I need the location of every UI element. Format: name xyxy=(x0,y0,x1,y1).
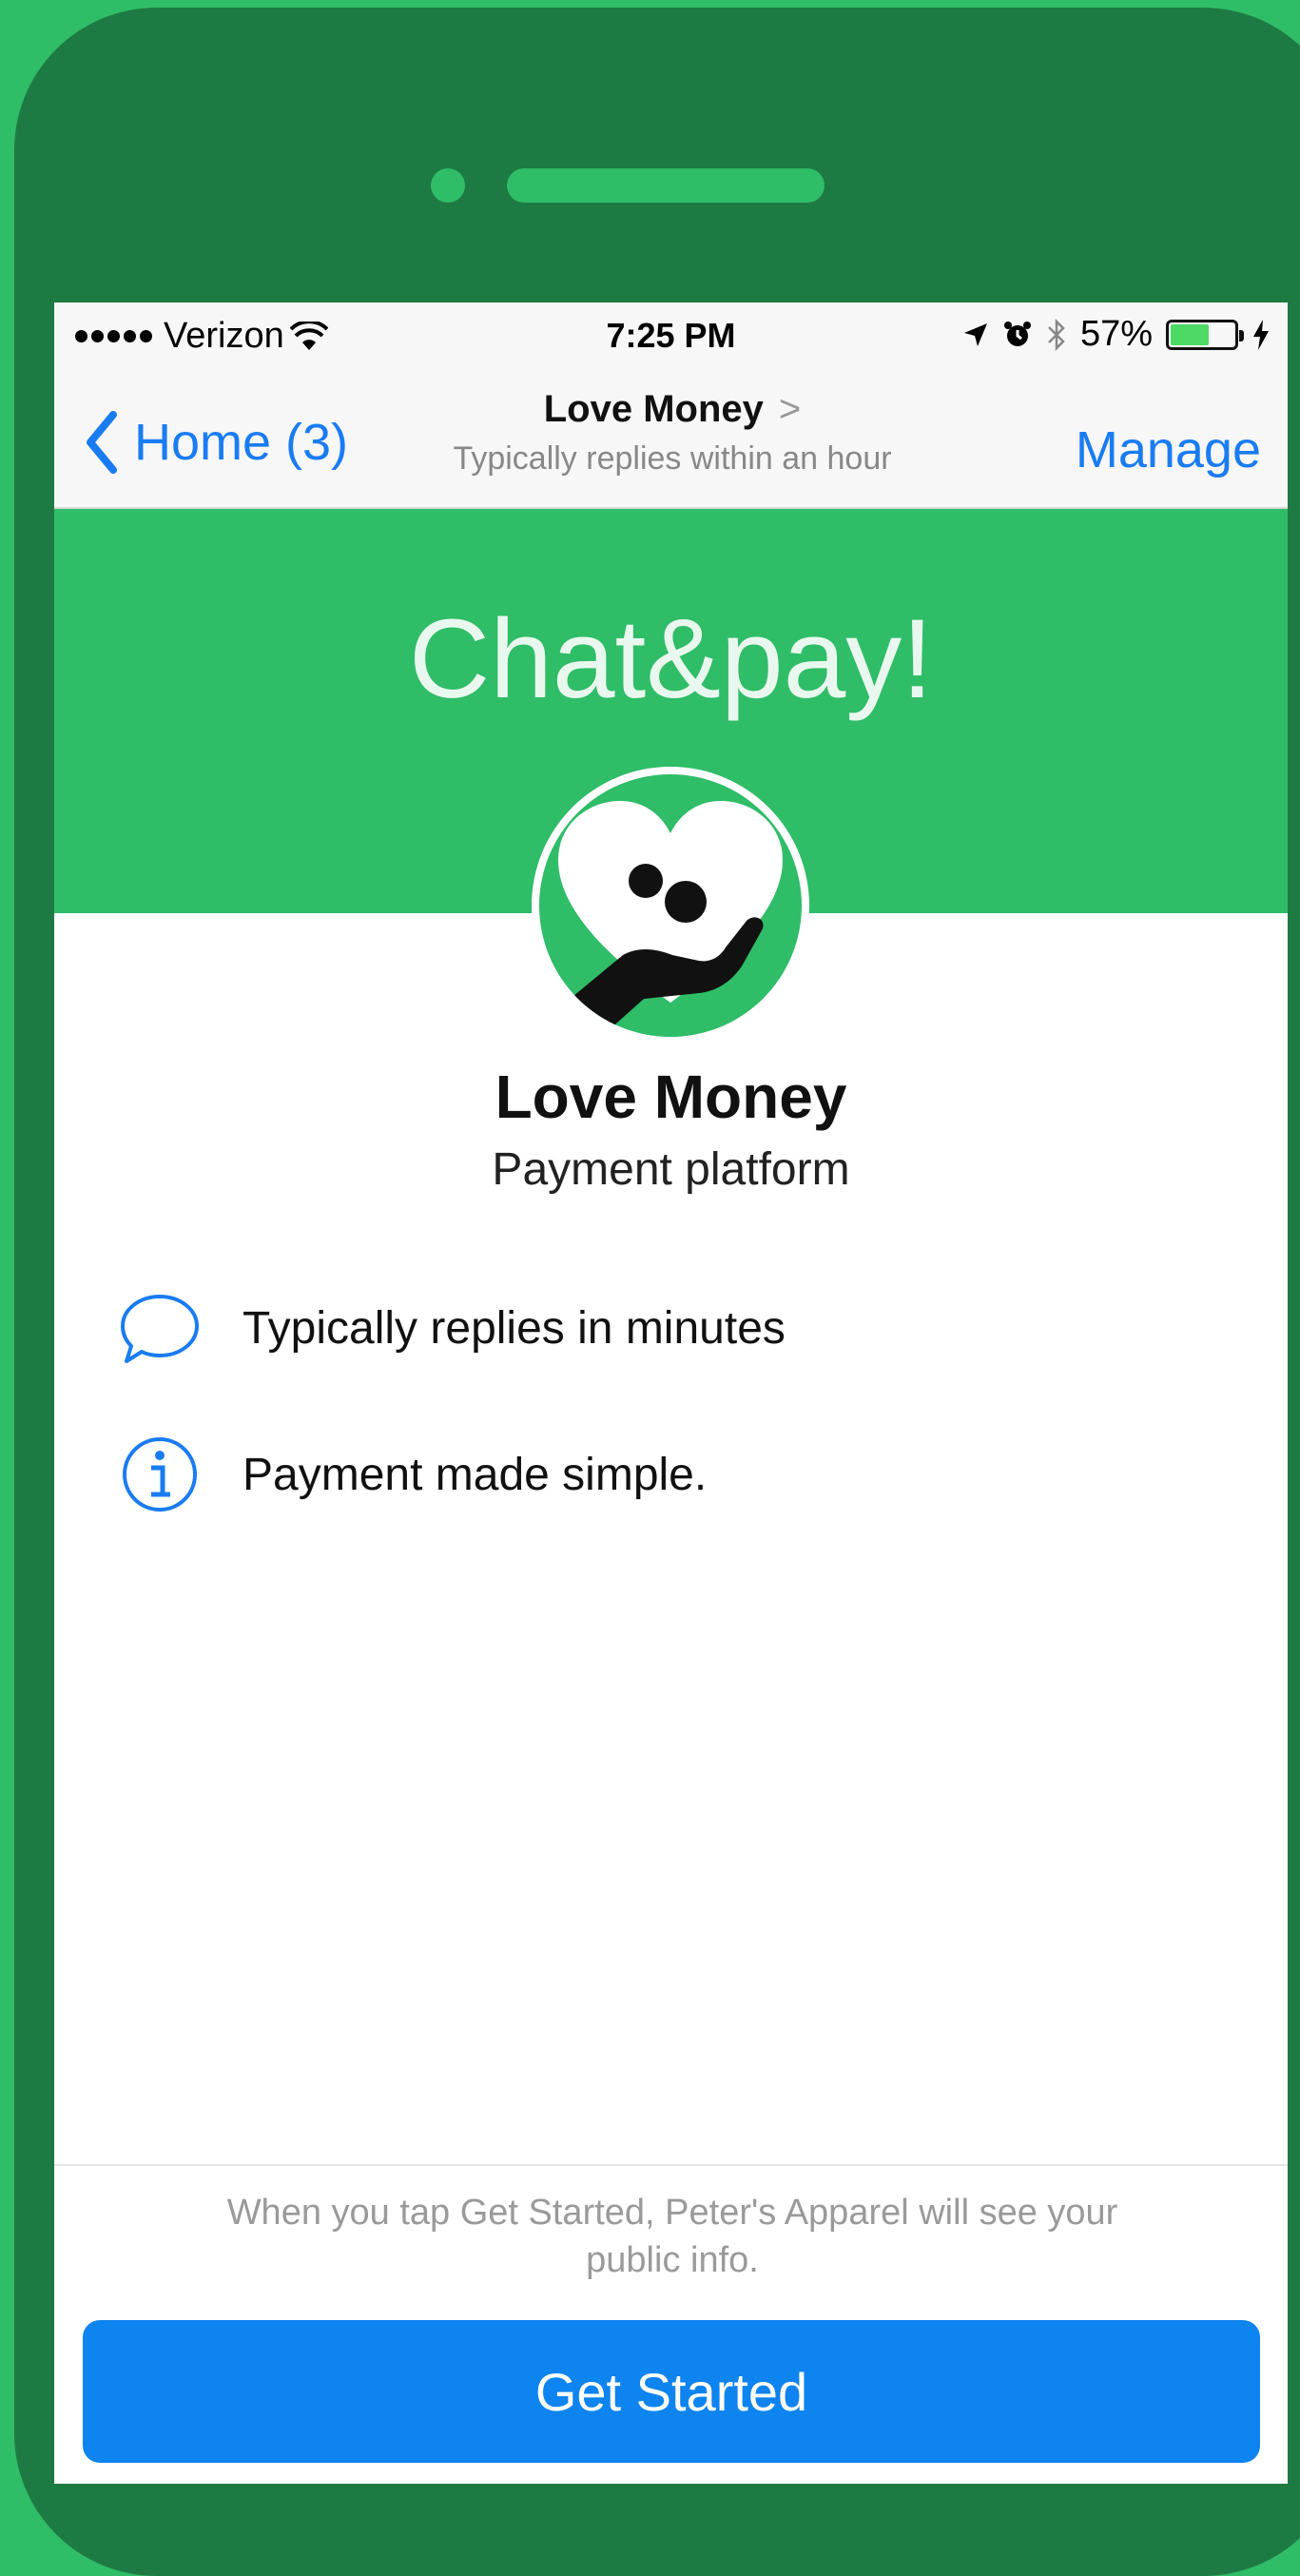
info-icon xyxy=(123,1437,197,1512)
info-row-text: Typically replies in minutes xyxy=(243,1302,786,1354)
privacy-disclaimer: When you tap Get Started, Peter's Appare… xyxy=(226,2193,1118,2280)
back-button[interactable]: Home (3) xyxy=(83,409,348,476)
speaker-grille xyxy=(507,168,825,203)
info-row-about: Payment made simple. xyxy=(117,1432,707,1517)
nav-title-row: Love Money > xyxy=(387,388,958,431)
alarm-icon xyxy=(1003,321,1031,346)
logo-background xyxy=(539,774,802,1037)
nav-title-button[interactable]: Love Money > Typically replies within an … xyxy=(387,388,958,478)
speech-bubble-icon xyxy=(121,1295,199,1363)
status-bar: Verizon 7:25 PM 57% xyxy=(54,302,1288,371)
get-started-button[interactable]: Get Started xyxy=(83,2320,1260,2463)
battery-percent: 57% xyxy=(1079,314,1153,354)
info-row-response-time: Typically replies in minutes xyxy=(117,1285,786,1371)
page-name: Love Money xyxy=(495,1063,847,1131)
charging-bolt-icon xyxy=(1253,319,1269,350)
page-logo xyxy=(532,767,809,1044)
info-row-text: Payment made simple. xyxy=(243,1449,708,1500)
banner-title: Chat&pay! xyxy=(409,596,933,722)
back-button-label: Home (3) xyxy=(134,414,349,471)
nav-title: Love Money xyxy=(543,388,764,430)
battery-icon xyxy=(1166,319,1244,350)
chevron-left-icon xyxy=(87,411,117,474)
phone-screen: Verizon 7:25 PM 57% Home (3) Love Money … xyxy=(54,302,1288,2484)
page-category: Payment platform xyxy=(492,1144,850,1195)
navigation-bar: Home (3) Love Money > Typically replies w… xyxy=(54,371,1288,509)
chevron-right-icon: > xyxy=(778,388,802,430)
location-arrow-icon xyxy=(963,322,987,346)
heart-hand-icon xyxy=(558,801,783,1031)
manage-button[interactable]: Manage xyxy=(1076,420,1261,479)
status-bar-right: 57% xyxy=(962,314,1271,355)
camera-icon xyxy=(431,168,465,203)
nav-subtitle: Typically replies within an hour xyxy=(453,440,892,477)
bluetooth-icon xyxy=(1048,318,1065,351)
footer-divider xyxy=(54,2164,1288,2166)
